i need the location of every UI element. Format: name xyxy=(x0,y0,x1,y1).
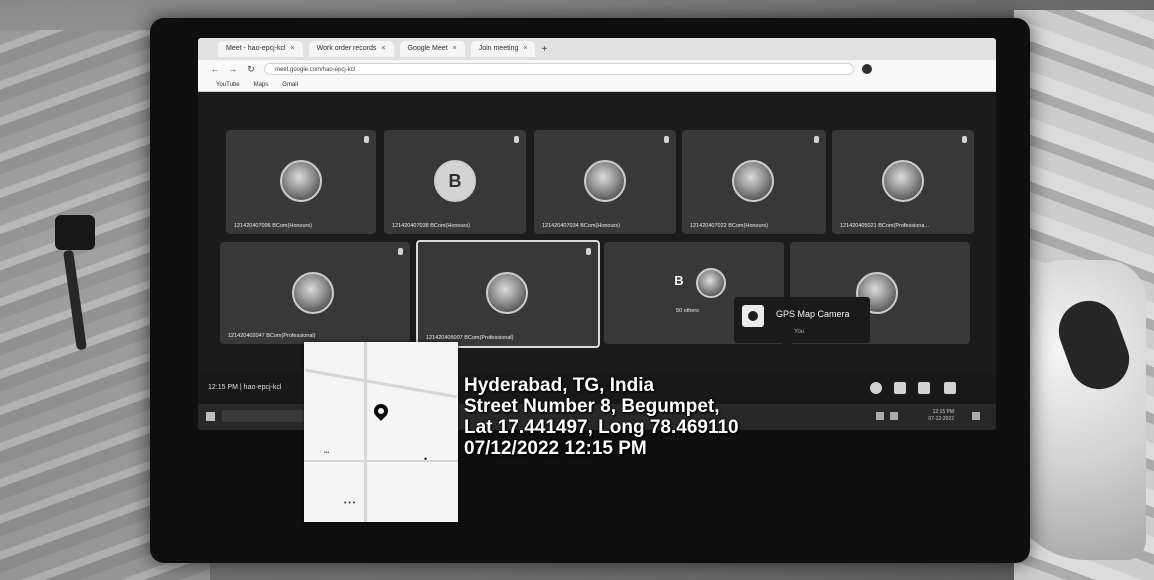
popup-subtitle: You xyxy=(794,329,805,335)
tray-clock[interactable]: 12:15 PM 07-12-2022 xyxy=(928,409,954,423)
bookmark-item[interactable]: Gmail xyxy=(282,82,298,88)
volume-icon[interactable] xyxy=(890,412,898,420)
taskbar-search[interactable] xyxy=(222,410,312,422)
tripod xyxy=(50,215,100,355)
tripod-head xyxy=(55,215,95,250)
map-label: ••• xyxy=(324,450,330,456)
bookmark-item[interactable]: YouTube xyxy=(216,82,240,88)
mic-off-icon xyxy=(814,136,819,143)
participant-name: 50 others xyxy=(676,308,699,314)
participant-name: 121420405007 BCom(Professional) xyxy=(426,335,514,341)
participant-tile[interactable]: 121420405007 BCom(Professional) xyxy=(416,240,600,348)
gps-city: Hyderabad, TG, India xyxy=(464,375,655,396)
bookmark-item[interactable]: Maps xyxy=(254,82,269,88)
tripod-leg xyxy=(63,249,87,351)
participant-tile[interactable]: 121420402047 BCom(Professional) xyxy=(220,242,410,344)
popup-title: GPS Map Camera xyxy=(776,309,850,319)
url-bar[interactable]: meet.google.com/hao-epcj-kcl xyxy=(264,63,854,75)
gps-datetime: 07/12/2022 12:15 PM xyxy=(464,438,647,459)
avatar xyxy=(696,268,726,298)
tray-date: 07-12-2022 xyxy=(928,416,954,422)
gps-street: Street Number 8, Begumpet, xyxy=(464,396,720,417)
camera-icon xyxy=(742,305,764,327)
mic-off-icon xyxy=(514,136,519,143)
participant-name: 121420407022 BCom(Honours) xyxy=(690,223,768,229)
browser-tab[interactable]: Join meeting × xyxy=(470,41,536,57)
avatar xyxy=(732,160,774,202)
participant-tile[interactable]: 121420407096 BCom(Honours) xyxy=(226,130,376,234)
close-icon[interactable]: × xyxy=(381,41,385,57)
map-logo: • • • xyxy=(344,500,356,507)
browser-tab[interactable]: Work order records × xyxy=(308,41,394,57)
back-icon[interactable]: ← xyxy=(210,64,220,74)
participant-tile[interactable]: 121420407034 BCom(Honours) xyxy=(534,130,676,234)
browser-tab-bar: Meet - hao-epcj-kcl × Work order records ×… xyxy=(198,38,996,60)
forward-icon[interactable]: → xyxy=(228,64,238,74)
browser-tab[interactable]: Meet - hao-epcj-kcl × xyxy=(218,41,303,57)
participant-name: 121420402047 BCom(Professional) xyxy=(228,333,316,339)
location-pin-icon xyxy=(374,404,388,422)
participant-name: 121420407096 BCom(Honours) xyxy=(234,223,312,229)
participant-name: 121420407038 BCom(Honours) xyxy=(392,223,470,229)
reload-icon[interactable]: ↻ xyxy=(246,64,256,75)
participant-name: 121420405021 BCom(Professiona... xyxy=(840,223,929,229)
activities-icon[interactable] xyxy=(944,382,956,394)
avatar xyxy=(882,160,924,202)
gps-camera-popup[interactable]: GPS Map Camera You xyxy=(734,297,870,343)
tray-time: 12:15 PM xyxy=(932,409,954,415)
participant-tile[interactable]: 121420405021 BCom(Professiona... xyxy=(832,130,974,234)
gps-coordinates: Lat 17.441497, Long 78.469110 xyxy=(464,417,739,438)
avatar xyxy=(584,160,626,202)
participant-name: 121420407034 BCom(Honours) xyxy=(542,223,620,229)
participant-tile[interactable]: 121420407022 BCom(Honours) xyxy=(682,130,826,234)
avatar: B xyxy=(434,160,476,202)
chat-icon[interactable] xyxy=(918,382,930,394)
map-road xyxy=(304,460,458,462)
participant-tile[interactable]: B 121420407038 BCom(Honours) xyxy=(384,130,526,234)
notification-icon[interactable] xyxy=(972,412,980,420)
map-poi-icon: • xyxy=(424,454,428,464)
mic-off-icon xyxy=(664,136,669,143)
network-icon[interactable] xyxy=(876,412,884,420)
profile-icon[interactable] xyxy=(862,64,872,74)
map-thumbnail[interactable]: ••• • • • • xyxy=(304,342,458,522)
close-icon[interactable]: × xyxy=(291,41,295,57)
mic-off-icon xyxy=(398,248,403,255)
map-road xyxy=(304,368,458,399)
windows-start-icon[interactable] xyxy=(206,412,215,421)
people-icon[interactable] xyxy=(894,382,906,394)
close-icon[interactable]: × xyxy=(523,41,527,57)
avatar: B xyxy=(674,273,684,288)
info-icon[interactable] xyxy=(870,382,882,394)
mic-off-icon xyxy=(962,136,967,143)
mic-off-icon xyxy=(364,136,369,143)
mic-off-icon xyxy=(586,248,591,255)
new-tab-icon[interactable]: + xyxy=(541,44,547,55)
avatar xyxy=(486,272,528,314)
address-row: ← → ↻ meet.google.com/hao-epcj-kcl xyxy=(198,60,996,78)
browser-tab[interactable]: Google Meet × xyxy=(399,41,465,57)
meeting-time: 12:15 PM | hao-epcj-kcl xyxy=(208,384,282,391)
avatar xyxy=(292,272,334,314)
gps-stamp: Hyderabad, TG, India Street Number 8, Be… xyxy=(464,375,739,459)
avatar xyxy=(280,160,322,202)
map-road xyxy=(364,342,367,522)
bookmarks-bar: YouTube Maps Gmail xyxy=(198,78,996,92)
close-icon[interactable]: × xyxy=(453,41,457,57)
